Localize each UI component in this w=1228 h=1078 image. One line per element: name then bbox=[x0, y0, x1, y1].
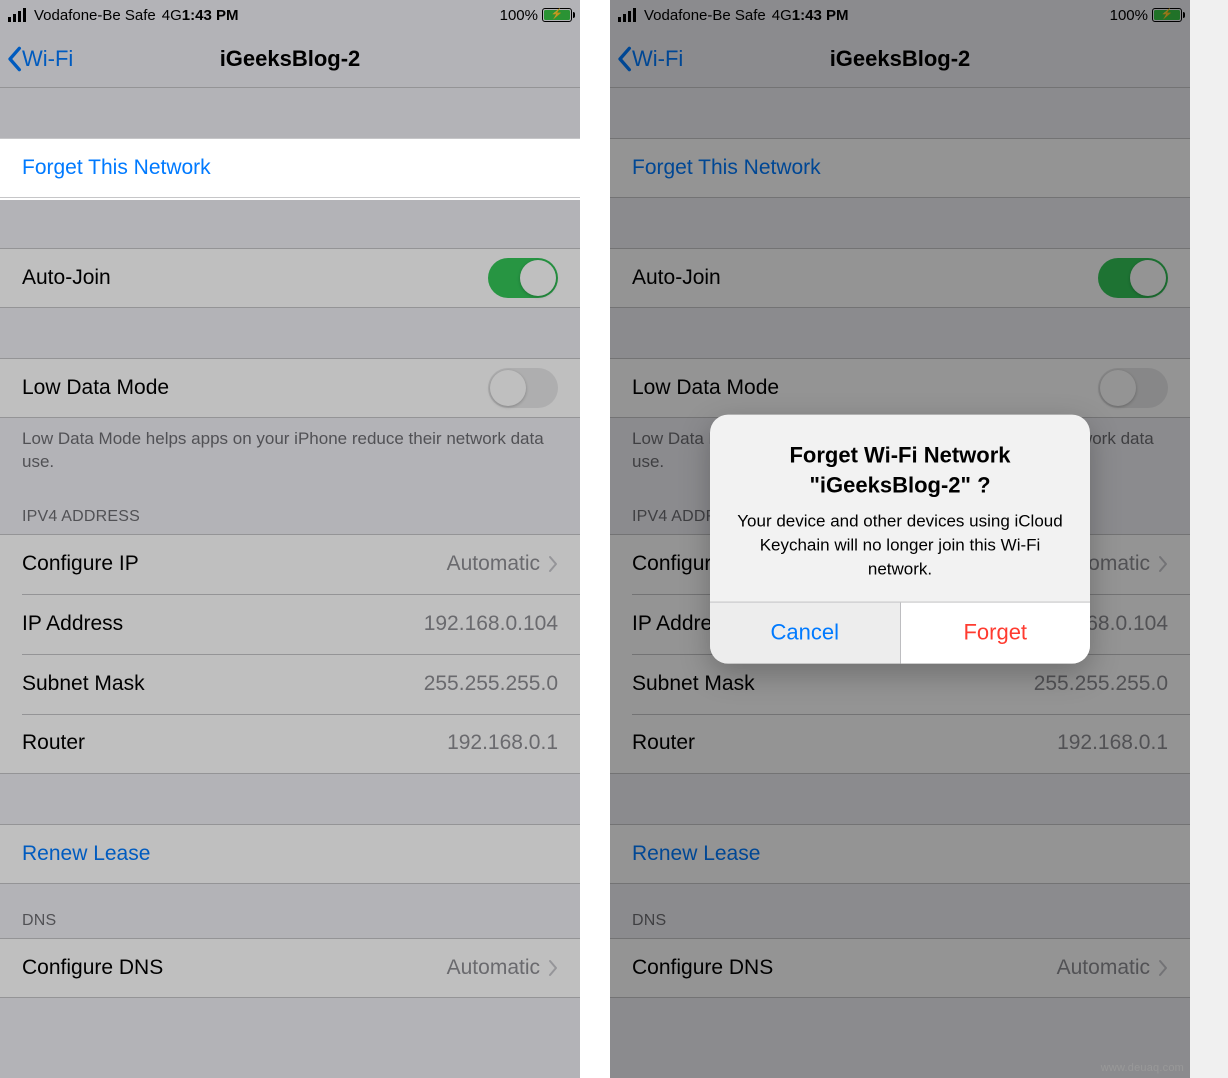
configure-dns-row[interactable]: Configure DNS Automatic bbox=[0, 938, 580, 998]
spacer bbox=[0, 774, 580, 824]
alert-cancel-button[interactable]: Cancel bbox=[710, 602, 900, 663]
ip-address-value: 192.168.0.104 bbox=[424, 612, 558, 636]
router-value: 192.168.0.1 bbox=[447, 731, 558, 755]
network-label: 4G bbox=[162, 7, 182, 24]
router-label: Router bbox=[22, 731, 447, 755]
low-data-toggle[interactable] bbox=[488, 368, 558, 408]
ipv4-group: Configure IP Automatic IP Address 192.16… bbox=[0, 534, 580, 774]
renew-lease-row[interactable]: Renew Lease bbox=[0, 824, 580, 884]
subnet-row: Subnet Mask 255.255.255.0 bbox=[0, 654, 580, 714]
low-data-footer: Low Data Mode helps apps on your iPhone … bbox=[0, 418, 580, 480]
ip-address-label: IP Address bbox=[22, 612, 424, 636]
page-title: iGeeksBlog-2 bbox=[0, 46, 580, 72]
spacer bbox=[0, 308, 580, 358]
subnet-label: Subnet Mask bbox=[22, 672, 424, 696]
ipv4-header: IPV4 ADDRESS bbox=[0, 480, 580, 534]
renew-lease-label: Renew Lease bbox=[22, 842, 150, 866]
nav-bar: Wi-Fi iGeeksBlog-2 bbox=[0, 30, 580, 88]
subnet-value: 255.255.255.0 bbox=[424, 672, 558, 696]
forget-alert: Forget Wi-Fi Network "iGeeksBlog-2" ? Yo… bbox=[710, 415, 1090, 664]
chevron-right-icon bbox=[548, 959, 558, 977]
forget-network-label: Forget This Network bbox=[22, 156, 211, 180]
forget-network-row[interactable]: Forget This Network bbox=[0, 138, 580, 198]
auto-join-toggle[interactable] bbox=[488, 258, 558, 298]
router-row: Router 192.168.0.1 bbox=[0, 714, 580, 774]
configure-ip-value: Automatic bbox=[447, 552, 540, 576]
carrier-label: Vodafone-Be Safe bbox=[34, 7, 156, 24]
ip-address-row: IP Address 192.168.0.104 bbox=[0, 594, 580, 654]
low-data-label: Low Data Mode bbox=[22, 376, 488, 400]
alert-message: Your device and other devices using iClo… bbox=[730, 510, 1070, 581]
battery-icon: ⚡ bbox=[542, 8, 572, 22]
status-bar: Vodafone-Be Safe 4G 1:43 PM 100% ⚡ bbox=[0, 0, 580, 30]
back-button[interactable]: Wi-Fi bbox=[0, 45, 73, 73]
auto-join-row[interactable]: Auto-Join bbox=[0, 248, 580, 308]
alert-title: Forget Wi-Fi Network "iGeeksBlog-2" ? bbox=[730, 441, 1070, 500]
status-time: 1:43 PM bbox=[182, 7, 500, 24]
configure-ip-row[interactable]: Configure IP Automatic bbox=[0, 534, 580, 594]
configure-ip-label: Configure IP bbox=[22, 552, 447, 576]
dns-header: DNS bbox=[0, 884, 580, 938]
configure-dns-value: Automatic bbox=[447, 956, 540, 980]
left-screenshot: Vodafone-Be Safe 4G 1:43 PM 100% ⚡ Wi-Fi… bbox=[0, 0, 580, 1078]
spacer bbox=[0, 88, 580, 138]
alert-actions: Cancel Forget bbox=[710, 601, 1090, 663]
chevron-right-icon bbox=[548, 555, 558, 573]
screenshot-gap bbox=[580, 0, 610, 1078]
spacer bbox=[0, 198, 580, 248]
watermark: www.deuaq.com bbox=[1101, 1062, 1184, 1074]
right-screenshot: Vodafone-Be Safe 4G 1:43 PM 100% ⚡ Wi-Fi… bbox=[610, 0, 1190, 1078]
configure-dns-label: Configure DNS bbox=[22, 956, 447, 980]
auto-join-label: Auto-Join bbox=[22, 266, 488, 290]
alert-forget-button[interactable]: Forget bbox=[900, 602, 1091, 663]
back-label: Wi-Fi bbox=[22, 46, 73, 72]
low-data-row[interactable]: Low Data Mode bbox=[0, 358, 580, 418]
signal-icon bbox=[8, 8, 26, 22]
chevron-left-icon bbox=[6, 45, 22, 73]
battery-percent: 100% bbox=[500, 7, 538, 24]
